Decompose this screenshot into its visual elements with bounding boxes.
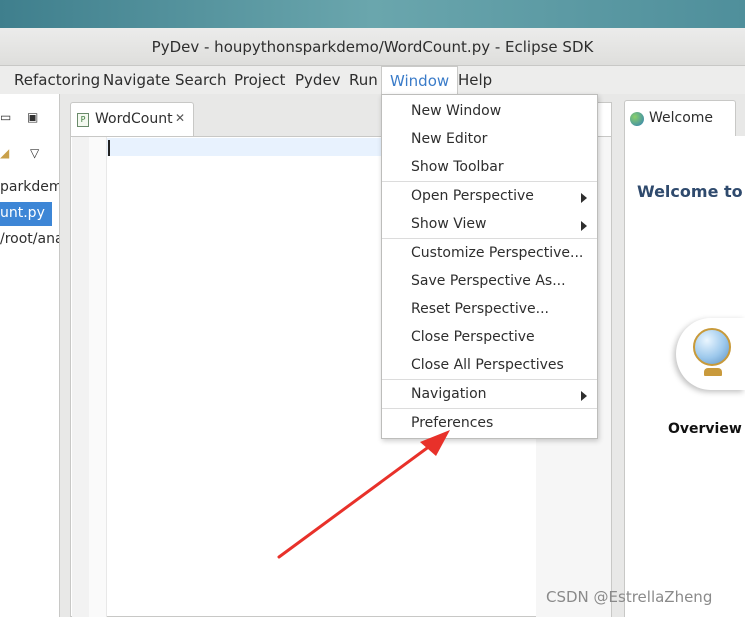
menu-help[interactable]: Help: [458, 71, 492, 89]
tree-item-project[interactable]: parkdem: [0, 176, 59, 200]
menu-run[interactable]: Run: [349, 71, 378, 89]
menu-item-new-window[interactable]: New Window: [382, 97, 597, 125]
tab-label: WordCount: [95, 111, 173, 127]
menu-item-label: New Window: [411, 103, 502, 119]
arrow-head: [420, 430, 450, 456]
editor-line-numbers: [89, 137, 107, 617]
welcome-heading: Welcome to: [637, 182, 743, 201]
menu-navigate[interactable]: Navigate: [103, 71, 170, 89]
menu-item-show-toolbar[interactable]: Show Toolbar: [382, 153, 597, 181]
menu-item-label: Show View: [411, 216, 487, 232]
menu-refactoring[interactable]: Refactoring: [14, 71, 100, 89]
menu-item-close-all-perspectives[interactable]: Close All Perspectives: [382, 351, 597, 379]
menubar: Refactoring Navigate Search Project Pyde…: [0, 66, 745, 94]
menu-item-navigation[interactable]: Navigation: [382, 380, 597, 408]
folder-icon: ◢: [0, 146, 10, 160]
submenu-arrow-icon: [581, 193, 587, 203]
desktop-top-bar: [0, 0, 745, 28]
menu-item-label: Navigation: [411, 386, 487, 402]
editor-tab-area-edge: [597, 102, 612, 136]
submenu-arrow-icon: [581, 221, 587, 231]
menu-item-label: Reset Perspective...: [411, 301, 549, 317]
text-caret: [108, 140, 110, 156]
arrow-shaft: [277, 438, 440, 559]
menu-item-label: Close Perspective: [411, 329, 535, 345]
menu-item-close-perspective[interactable]: Close Perspective: [382, 323, 597, 351]
tab-welcome[interactable]: Welcome: [624, 100, 736, 136]
menu-item-label: Show Toolbar: [411, 159, 504, 175]
submenu-arrow-icon: [581, 391, 587, 401]
editor-gutter: [72, 137, 89, 617]
editor-current-line[interactable]: [107, 138, 382, 156]
red-arrow-annotation: [277, 430, 450, 559]
window-title: PyDev - houpythonsparkdemo/WordCount.py …: [151, 38, 594, 56]
menu-item-save-perspective-as[interactable]: Save Perspective As...: [382, 267, 597, 295]
menu-project[interactable]: Project: [234, 71, 285, 89]
welcome-icon: [630, 112, 644, 126]
maximize-icon[interactable]: ▣: [27, 110, 38, 124]
menu-item-new-editor[interactable]: New Editor: [382, 125, 597, 153]
menu-item-customize-perspective[interactable]: Customize Perspective...: [382, 239, 597, 267]
menu-item-label: Close All Perspectives: [411, 357, 564, 373]
menu-item-label: Open Perspective: [411, 188, 534, 204]
menu-search[interactable]: Search: [175, 71, 227, 89]
menu-item-label: New Editor: [411, 131, 488, 147]
minimize-icon[interactable]: ▭: [0, 110, 11, 124]
menu-item-label: Customize Perspective...: [411, 245, 584, 261]
overview-label[interactable]: Overview: [668, 421, 742, 437]
package-explorer-panel: ▭ ▣ ◢ ▽ parkdem unt.py /root/ana: [0, 94, 60, 617]
window-menu-dropdown: New Window New Editor Show Toolbar Open …: [381, 94, 598, 439]
menu-item-label: Save Perspective As...: [411, 273, 566, 289]
tab-label: Welcome: [649, 110, 714, 126]
view-menu-icon[interactable]: ▽: [30, 146, 39, 160]
menu-item-open-perspective[interactable]: Open Perspective: [382, 182, 597, 210]
watermark: CSDN @EstrellaZheng: [546, 588, 713, 606]
tree-item-interpreter[interactable]: /root/ana: [0, 228, 59, 252]
menu-window[interactable]: Window: [381, 66, 459, 94]
globe-icon: [693, 328, 731, 366]
tree-item-wordcount-file[interactable]: unt.py: [0, 202, 52, 226]
globe-stand-icon: [704, 368, 722, 376]
window-titlebar: PyDev - houpythonsparkdemo/WordCount.py …: [0, 28, 745, 66]
tab-wordcount[interactable]: P WordCount ✕: [70, 102, 194, 136]
menu-item-show-view[interactable]: Show View: [382, 210, 597, 238]
menu-pydev[interactable]: Pydev: [295, 71, 341, 89]
python-file-icon: P: [77, 113, 89, 127]
menu-item-reset-perspective[interactable]: Reset Perspective...: [382, 295, 597, 323]
close-icon[interactable]: ✕: [175, 111, 185, 125]
